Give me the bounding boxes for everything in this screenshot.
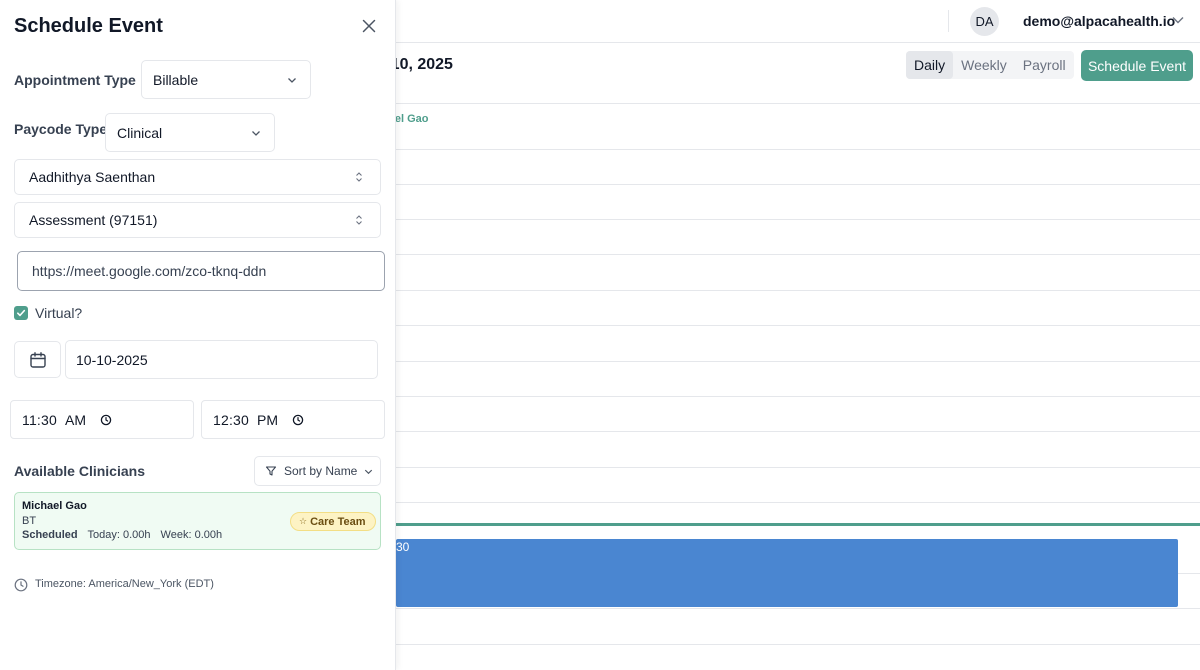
schedule-event-button[interactable]: Schedule Event [1081,50,1193,81]
calendar-event-time: 30 [396,540,410,554]
calendar-icon [29,351,46,368]
care-team-label: Care Team [310,515,366,528]
clock-icon[interactable] [292,414,304,426]
clinician-stats: Scheduled Today: 0.00h Week: 0.00h [22,529,222,541]
service-value: Assessment (97151) [29,212,158,228]
available-clinicians-title: Available Clinicians [14,463,145,479]
client-value: Aadhithya Saenthan [29,169,156,185]
start-time-ampm: AM [65,411,86,428]
view-weekly-button[interactable]: Weekly [953,51,1015,79]
appointment-type-value: Billable [153,71,199,88]
calendar-header-divider [396,103,1200,104]
chevron-down-icon [252,130,260,136]
chevron-down-icon [288,77,296,83]
chevron-down-icon [365,469,373,474]
paycode-type-label: Paycode Type [14,121,108,137]
sort-by-name-button[interactable]: Sort by Name [254,456,381,486]
chevron-up-down-icon [356,215,362,225]
meeting-url-input[interactable]: https://meet.google.com/zco-tknq-ddn [17,251,385,291]
end-time-value: 12:30 [213,411,250,428]
start-time-input[interactable]: 11:30 AM [10,400,194,439]
calendar-grid-line [396,149,1200,150]
calendar-grid-line [396,502,1200,503]
date-input[interactable]: 10-10-2025 [65,340,378,379]
clinician-today-hours: Today: 0.00h [87,529,151,541]
calendar-event[interactable] [396,539,1178,607]
virtual-label: Virtual? [35,305,83,321]
topbar-divider [948,10,949,32]
clock-icon[interactable] [100,414,112,426]
view-daily-button[interactable]: Daily [906,51,954,79]
calendar-grid-line [396,608,1200,609]
avatar[interactable]: DA [970,7,999,36]
panel-title: Schedule Event [14,15,163,37]
calendar-grid-line [396,325,1200,326]
calendar-grid-line [396,219,1200,220]
clock-icon [14,578,28,592]
current-time-indicator [396,523,1200,526]
checkmark-icon [17,309,26,317]
end-time-input[interactable]: 12:30 PM [201,400,385,439]
sort-label: Sort by Name [284,464,358,478]
calendar-grid-line [396,467,1200,468]
schedule-event-panel: Schedule Event Appointment Type Billable… [0,0,396,670]
appointment-type-label: Appointment Type [14,72,136,88]
filter-icon [265,466,277,476]
calendar-picker-button[interactable] [14,341,61,378]
start-time-value: 11:30 [22,411,57,428]
client-select[interactable]: Aadhithya Saenthan [14,159,381,195]
calendar-grid-line [396,431,1200,432]
clinician-card[interactable]: Michael Gao BT Scheduled Today: 0.00h We… [14,492,381,550]
chevron-up-down-icon [356,172,362,182]
user-email[interactable]: demo@alpacahealth.io [1023,13,1175,29]
view-payroll-button[interactable]: Payroll [1015,51,1074,79]
calendar-grid-line [396,290,1200,291]
meeting-url-value: https://meet.google.com/zco-tknq-ddn [32,263,267,279]
clinician-name: Michael Gao [22,500,87,512]
virtual-checkbox[interactable] [14,306,28,320]
paycode-type-select[interactable]: Clinical [105,113,275,152]
calendar-grid-line [396,361,1200,362]
calendar-grid-line [396,396,1200,397]
calendar-grid-line [396,644,1200,645]
close-icon[interactable] [361,18,377,34]
service-select[interactable]: Assessment (97151) [14,202,381,238]
care-team-badge: ☆ Care Team [290,512,376,531]
clinician-role: BT [22,515,37,527]
paycode-type-value: Clinical [117,124,163,141]
clinician-status: Scheduled [22,529,78,541]
appointment-type-select[interactable]: Billable [141,60,311,99]
chevron-down-icon[interactable] [1171,13,1185,27]
calendar-grid-line [396,184,1200,185]
timezone-text: Timezone: America/New_York (EDT) [35,578,214,590]
calendar-grid-line [396,254,1200,255]
star-icon: ☆ [299,516,308,526]
view-toggle: Daily Weekly Payroll [906,51,1074,79]
clinician-week-hours: Week: 0.00h [160,529,223,541]
end-time-ampm: PM [257,411,279,428]
date-value: 10-10-2025 [76,351,148,368]
